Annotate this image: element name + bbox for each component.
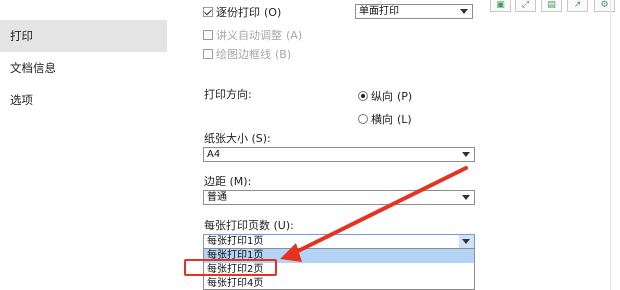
save-icon[interactable]: ▣ bbox=[490, 0, 511, 12]
chevron-down-icon bbox=[462, 239, 470, 244]
sidebar-item-print[interactable]: 打印 bbox=[0, 20, 167, 52]
chevron-down-icon bbox=[462, 152, 470, 157]
landscape-hotkey: (L) bbox=[397, 112, 412, 126]
collate-hotkey: (O) bbox=[264, 5, 282, 19]
margins-label: 边距 (M): bbox=[204, 175, 252, 188]
drawing-border-checkbox bbox=[203, 49, 213, 59]
panel-divider bbox=[610, 0, 611, 290]
duplex-select[interactable]: 单面打印 bbox=[355, 4, 473, 19]
margins-select[interactable]: 普通 bbox=[203, 190, 475, 205]
orientation-landscape[interactable]: 横向 (L) bbox=[358, 111, 412, 127]
sidebar-item-options[interactable]: 选项 bbox=[0, 84, 167, 116]
settings-icon[interactable]: ⚙ bbox=[594, 0, 615, 12]
portrait-hotkey: (P) bbox=[397, 89, 413, 103]
handout-checkbox bbox=[203, 30, 213, 40]
chevron-down-icon bbox=[460, 9, 468, 14]
drawing-border-hotkey: (B) bbox=[275, 47, 292, 61]
drawing-border-option: 绘图边框线 (B) bbox=[203, 46, 291, 62]
pages-per-sheet-value: 每张打印1页 bbox=[207, 236, 264, 247]
collate-label: 逐份打印 bbox=[216, 6, 260, 19]
paper-size-value: A4 bbox=[207, 149, 221, 160]
handout-label: 讲义自动调整 bbox=[216, 29, 282, 42]
portrait-radio[interactable] bbox=[358, 91, 368, 101]
dropdown-option[interactable]: 每张打印4页 bbox=[204, 277, 474, 290]
share-icon[interactable]: ↗ bbox=[567, 0, 588, 12]
chevron-down-icon bbox=[462, 195, 470, 200]
portrait-label: 纵向 bbox=[371, 90, 393, 103]
pages-per-sheet-select[interactable]: 每张打印1页 bbox=[203, 234, 475, 249]
collate-option[interactable]: 逐份打印 (O) bbox=[203, 4, 281, 20]
pages-per-sheet-label: 每张打印页数 (U): bbox=[204, 219, 294, 232]
collate-checkbox[interactable] bbox=[203, 7, 213, 17]
drawing-border-label: 绘图边框线 bbox=[216, 48, 271, 61]
annotation-highlight-box bbox=[184, 259, 277, 276]
export-icon[interactable]: ▤ bbox=[541, 0, 562, 12]
handout-hotkey: (A) bbox=[286, 28, 303, 42]
margins-value: 普通 bbox=[207, 192, 227, 203]
duplex-select-value: 单面打印 bbox=[359, 6, 399, 17]
paper-size-label: 纸张大小 (S): bbox=[204, 132, 271, 145]
expand-icon[interactable]: ⤢ bbox=[515, 0, 536, 12]
sidebar-item-document-info[interactable]: 文档信息 bbox=[0, 52, 167, 84]
paper-size-select[interactable]: A4 bbox=[203, 147, 475, 162]
landscape-label: 横向 bbox=[371, 113, 393, 126]
landscape-radio[interactable] bbox=[358, 114, 368, 124]
handout-option: 讲义自动调整 (A) bbox=[203, 27, 302, 43]
orientation-label: 打印方向: bbox=[204, 88, 252, 101]
orientation-portrait[interactable]: 纵向 (P) bbox=[358, 88, 412, 104]
sidebar: 打印 文档信息 选项 bbox=[0, 0, 167, 290]
